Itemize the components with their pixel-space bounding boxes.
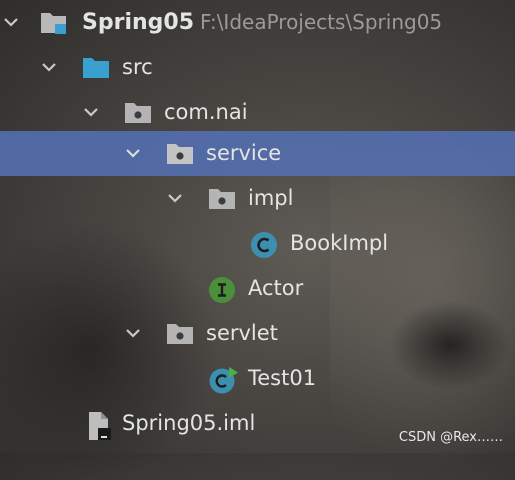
project-path: F:\IdeaProjects\Spring05 — [200, 10, 443, 34]
tree-row-actor[interactable]: Actor — [0, 266, 515, 311]
package-icon — [166, 141, 193, 167]
tree-label-actor: Actor — [248, 276, 304, 300]
tree-row-project[interactable]: Spring05 F:\IdeaProjects\Spring05 — [0, 0, 515, 45]
source-folder-icon — [82, 55, 109, 81]
tree-row-impl[interactable]: impl — [0, 176, 515, 221]
tree-row-src[interactable]: src — [0, 45, 515, 90]
class-icon — [250, 231, 277, 258]
tree-row-bookimpl[interactable]: BookImpl — [0, 221, 515, 266]
chevron-down-icon[interactable] — [82, 103, 100, 121]
tree-row-test01[interactable]: Test01 — [0, 356, 515, 401]
watermark: CSDN @Rex…… — [398, 430, 503, 445]
iml-file-icon — [86, 411, 112, 440]
chevron-down-icon[interactable] — [166, 189, 184, 207]
tree-row-servlet[interactable]: servlet — [0, 311, 515, 356]
tree-label-servlet: servlet — [206, 321, 278, 345]
tree-label-service: service — [206, 141, 282, 165]
tree-label-com-nai: com.nai — [164, 100, 248, 124]
tree-label-iml: Spring05.iml — [122, 411, 256, 435]
runnable-class-icon — [208, 366, 238, 394]
module-folder-icon — [40, 10, 66, 36]
tree-label-src: src — [122, 55, 153, 79]
chevron-down-icon[interactable] — [40, 58, 58, 76]
tree-label-impl: impl — [248, 186, 294, 210]
chevron-down-icon[interactable] — [124, 324, 142, 342]
package-icon — [166, 321, 193, 347]
package-icon — [208, 186, 235, 212]
tree-row-service[interactable]: service — [0, 131, 515, 176]
chevron-down-icon[interactable] — [124, 144, 142, 162]
chevron-down-icon[interactable] — [2, 13, 20, 31]
tree-label-test01: Test01 — [248, 366, 317, 390]
package-icon — [124, 100, 151, 126]
tree-row-com-nai[interactable]: com.nai — [0, 90, 515, 135]
interface-icon — [208, 276, 235, 303]
tree-label-bookimpl: BookImpl — [290, 231, 389, 255]
project-name: Spring05 — [82, 10, 195, 35]
